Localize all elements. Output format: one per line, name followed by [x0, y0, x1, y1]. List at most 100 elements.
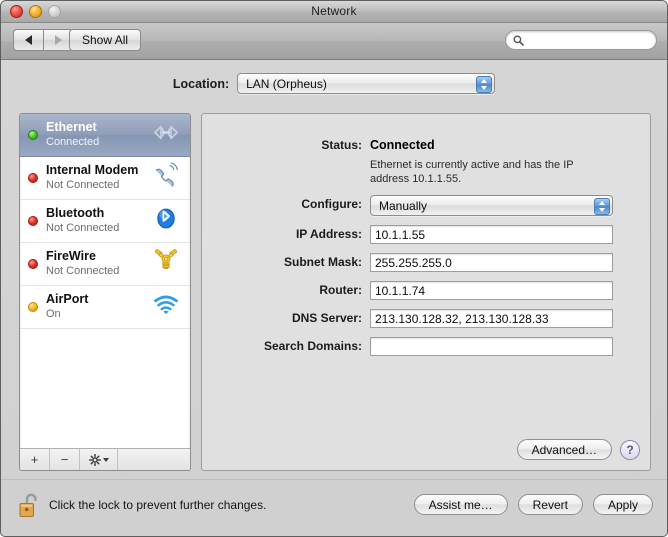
sidebar-toolbar: + − — [20, 448, 190, 470]
remove-interface-button[interactable]: − — [50, 449, 80, 470]
interface-text: Bluetooth Not Connected — [46, 206, 119, 235]
interface-icon-wrapper — [151, 291, 181, 324]
search-domains-input[interactable] — [370, 337, 613, 356]
ip-address-label: IP Address: — [295, 227, 362, 241]
interface-row-internal-modem[interactable]: Internal Modem Not Connected — [20, 157, 190, 200]
interface-status: Not Connected — [46, 264, 120, 277]
interface-row-bluetooth[interactable]: Bluetooth Not Connected — [20, 200, 190, 243]
status-indicator-dot — [28, 130, 38, 140]
search-input[interactable] — [528, 34, 646, 46]
status-row: Status: Connected Ethernet is currently … — [202, 136, 650, 186]
configure-selected-value: Manually — [379, 198, 428, 213]
network-preferences-window: Network Show All Location: LAN (Orpheus) — [0, 0, 668, 537]
interface-text: Ethernet Connected — [46, 120, 99, 149]
interface-row-ethernet[interactable]: Ethernet Connected — [20, 114, 190, 157]
gear-icon — [88, 453, 101, 466]
help-button[interactable]: ? — [620, 439, 640, 460]
interface-text: AirPort On — [46, 292, 88, 321]
detail-form: Status: Connected Ethernet is currently … — [202, 136, 650, 365]
interface-actions-button[interactable] — [80, 449, 118, 470]
toolbar: Show All — [1, 23, 667, 60]
interface-name: FireWire — [46, 249, 96, 264]
window-title: Network — [311, 4, 357, 18]
interface-name: Internal Modem — [46, 163, 139, 178]
ethernet-icon — [154, 125, 178, 140]
interface-row-airport[interactable]: AirPort On — [20, 286, 190, 329]
interface-detail-panel: Status: Connected Ethernet is currently … — [201, 113, 651, 471]
field-row-subnet-mask: Subnet Mask: — [202, 253, 650, 272]
interface-name: Ethernet — [46, 120, 97, 135]
title-bar: Network — [1, 1, 667, 23]
subnet-mask-value-wrapper — [370, 253, 650, 272]
add-interface-button[interactable]: + — [20, 449, 50, 470]
interface-status: On — [46, 307, 61, 320]
location-popup-button[interactable]: LAN (Orpheus) — [237, 73, 496, 94]
field-row-configure: Configure: Manually — [202, 195, 650, 216]
revert-button[interactable]: Revert — [517, 494, 583, 515]
configure-stepper-icon — [594, 198, 610, 215]
location-label: Location: — [172, 76, 230, 91]
firewire-icon — [154, 249, 178, 269]
status-description: Ethernet is currently active and has the… — [370, 159, 574, 185]
detail-actions: Advanced… ? — [516, 439, 640, 460]
interface-status: Not Connected — [46, 221, 120, 234]
location-selected-value: LAN (Orpheus) — [246, 76, 327, 91]
interface-icon-wrapper — [151, 205, 181, 238]
dns-server-value-wrapper — [370, 309, 650, 328]
apply-button[interactable]: Apply — [592, 494, 653, 515]
show-all-button[interactable]: Show All — [69, 29, 142, 51]
ip-address-input[interactable] — [370, 225, 613, 244]
configure-label: Configure: — [301, 197, 362, 211]
back-button[interactable] — [13, 29, 43, 51]
interface-icon-wrapper — [151, 162, 181, 195]
subnet-mask-input[interactable] — [370, 253, 613, 272]
interface-icon-wrapper — [151, 248, 181, 281]
router-input[interactable] — [370, 281, 613, 300]
dns-server-input[interactable] — [370, 309, 613, 328]
field-rows: Configure: Manually IP Address: Subnet Mask… — [202, 195, 650, 356]
interface-text: FireWire Not Connected — [46, 249, 119, 278]
sidebar-toolbar-filler — [118, 449, 190, 470]
back-arrow-icon — [25, 35, 32, 45]
navigation-buttons — [13, 29, 73, 51]
search-field[interactable] — [505, 30, 657, 50]
interface-list: Ethernet Connected Internal Modem Not Conne… — [20, 114, 190, 448]
location-stepper-icon — [476, 76, 493, 93]
search-icon — [513, 35, 524, 46]
ip-address-value-wrapper — [370, 225, 650, 244]
search-domains-value-wrapper — [370, 337, 650, 356]
bluetooth-icon — [157, 208, 175, 229]
field-row-search-domains: Search Domains: — [202, 337, 650, 356]
interface-name: AirPort — [46, 292, 89, 307]
assist-me-button[interactable]: Assist me… — [413, 494, 508, 515]
modem-icon — [155, 162, 178, 187]
interface-status: Connected — [46, 135, 100, 148]
status-indicator-dot — [28, 216, 38, 226]
status-label: Status: — [321, 138, 362, 152]
interface-name: Bluetooth — [46, 206, 105, 221]
search-domains-label: Search Domains: — [263, 339, 362, 353]
chevron-down-icon — [102, 457, 109, 462]
interface-text: Internal Modem Not Connected — [46, 163, 138, 192]
field-row-dns-server: DNS Server: — [202, 309, 650, 328]
interface-sidebar: Ethernet Connected Internal Modem Not Conne… — [19, 113, 191, 471]
status-indicator-dot — [28, 302, 38, 312]
configure-value-wrapper: Manually — [370, 195, 650, 216]
router-label: Router: — [319, 283, 362, 297]
interface-status: Not Connected — [46, 178, 120, 191]
interface-row-firewire[interactable]: FireWire Not Connected — [20, 243, 190, 286]
location-row: Location: LAN (Orpheus) — [1, 73, 667, 94]
lock-area[interactable]: Click the lock to prevent further change… — [19, 492, 266, 518]
field-row-ip-address: IP Address: — [202, 225, 650, 244]
airport-wifi-icon — [154, 295, 178, 315]
dns-server-label: DNS Server: — [291, 311, 362, 325]
forward-arrow-icon — [54, 35, 62, 45]
router-value-wrapper — [370, 281, 650, 300]
status-indicator-dot — [28, 259, 38, 269]
lock-message: Click the lock to prevent further change… — [49, 498, 267, 512]
configure-popup-button[interactable]: Manually — [370, 195, 613, 216]
unlocked-padlock-icon[interactable] — [19, 492, 41, 518]
interface-icon-wrapper — [151, 119, 181, 152]
advanced-button[interactable]: Advanced… — [516, 439, 612, 460]
status-value: Connected — [370, 138, 435, 152]
